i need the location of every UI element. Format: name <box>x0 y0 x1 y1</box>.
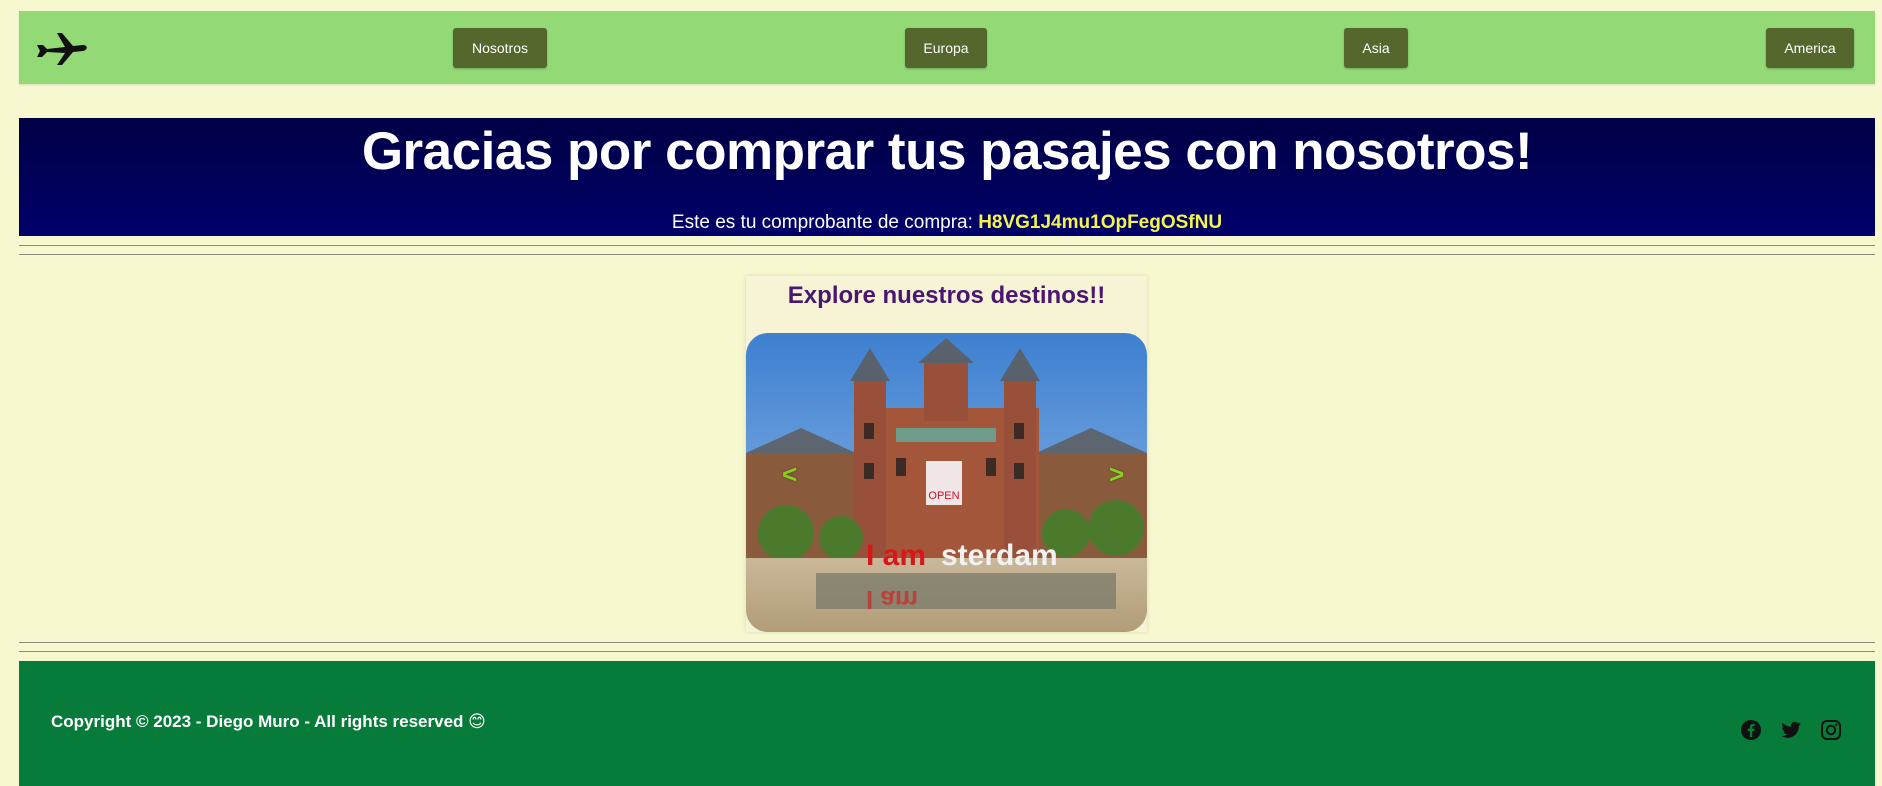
nav-button-america[interactable]: America <box>1766 28 1854 68</box>
navbar: Nosotros Europa Asia America <box>19 11 1875 84</box>
divider <box>19 651 1875 652</box>
svg-text:I am: I am <box>866 539 926 572</box>
chevron-right-icon[interactable]: > <box>1109 459 1124 490</box>
nav-button-europa[interactable]: Europa <box>905 28 987 68</box>
instagram-icon[interactable] <box>1820 719 1842 741</box>
copyright-text: Copyright © 2023 - Diego Muro - All righ… <box>51 712 486 731</box>
thank-you-banner: Gracias por comprar tus pasajes con noso… <box>19 118 1875 236</box>
carousel-slide-image: OPEN I am sterdam I am <box>746 333 1147 632</box>
footer: Copyright © 2023 - Diego Muro - All righ… <box>19 661 1875 786</box>
chevron-left-icon[interactable]: < <box>782 459 797 490</box>
divider <box>19 642 1875 643</box>
page-title: Gracias por comprar tus pasajes con noso… <box>361 122 1533 181</box>
slide-banner-text: OPEN <box>928 490 959 502</box>
divider <box>19 254 1875 255</box>
facebook-icon[interactable] <box>1740 719 1762 741</box>
receipt-code: H8VG1J4mu1OpFegOSfNU <box>978 212 1223 233</box>
receipt-line: Este es tu comprobante de compra: H8VG1J… <box>19 212 1875 234</box>
nav-button-asia[interactable]: Asia <box>1344 28 1408 68</box>
carousel-title: Explore nuestros destinos!! <box>787 282 1106 309</box>
receipt-label: Este es tu comprobante de compra: <box>671 212 973 233</box>
airplane-icon[interactable] <box>35 27 89 67</box>
twitter-icon[interactable] <box>1780 719 1802 741</box>
divider <box>19 245 1875 246</box>
svg-text:I am: I am <box>866 585 918 615</box>
svg-text:sterdam: sterdam <box>941 539 1058 572</box>
nav-button-nosotros[interactable]: Nosotros <box>453 28 547 68</box>
destinations-card: Explore nuestros destinos!! OPEN I am st… <box>746 276 1147 632</box>
